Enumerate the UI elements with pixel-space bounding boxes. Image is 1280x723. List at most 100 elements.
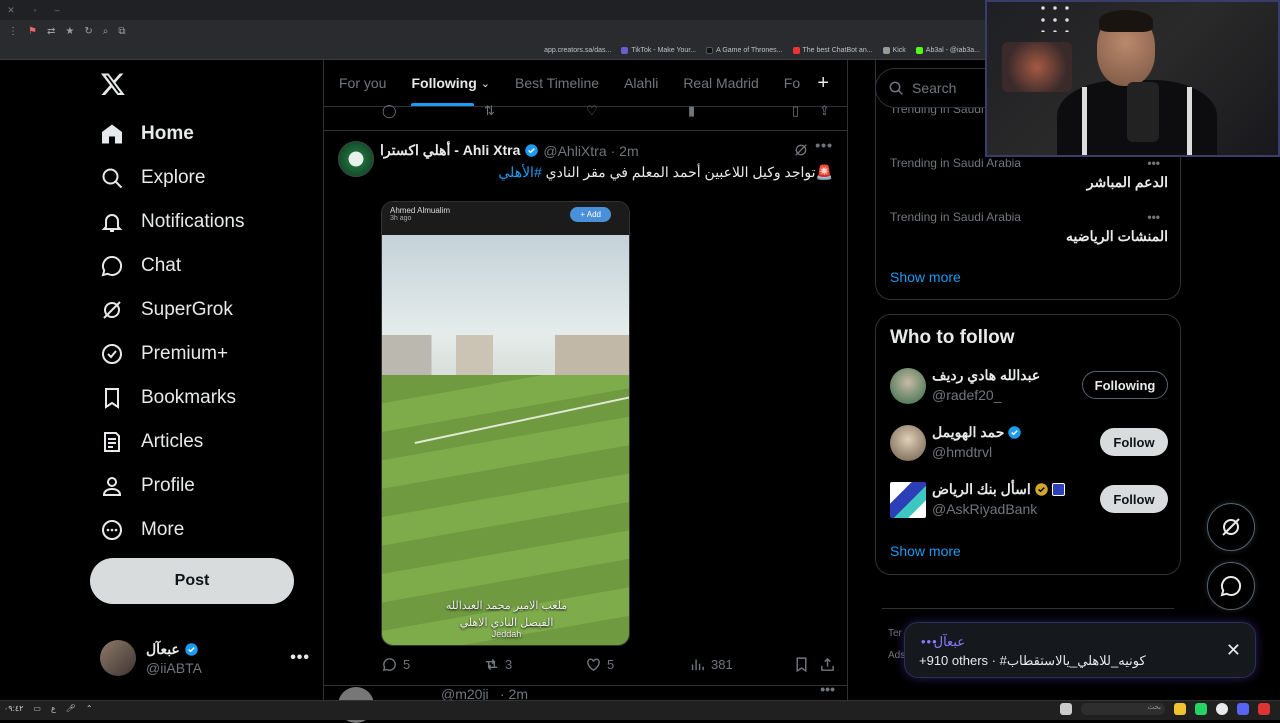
trend-more-icon[interactable]: ••• [1147, 156, 1160, 170]
minimize-window-icon[interactable]: – [52, 5, 62, 15]
nav-item-bookmarks[interactable]: Bookmarks [100, 376, 310, 420]
avatar [890, 482, 926, 518]
bookmark-item[interactable]: A Game of Thrones... [706, 47, 783, 54]
extension-icon[interactable]: ⇄ [47, 26, 55, 37]
tab-truncated[interactable]: Fo [784, 60, 800, 106]
views-button[interactable]: 381 [689, 656, 733, 673]
taskbar-clock[interactable]: ٠٩:٤٢ [4, 704, 23, 713]
trend-item[interactable]: Trending in Saudi Arabia المنشات الرياضي… [890, 210, 1168, 245]
follow-suggestion[interactable]: عبدالله هادي رديف @radef20_ Following [890, 366, 1168, 406]
microphone-icon[interactable]: 🎤︎ [66, 704, 76, 713]
app-icon[interactable] [1258, 703, 1270, 715]
who-to-follow-show-more-link[interactable]: Show more [890, 543, 961, 559]
share-icon[interactable]: ⧉ [118, 26, 125, 37]
bookmark-button[interactable] [793, 656, 810, 673]
nav-item-articles[interactable]: Articles [100, 420, 310, 464]
streamer-hair [1099, 10, 1153, 32]
follow-button[interactable]: Follow [1100, 428, 1168, 456]
avatar[interactable] [338, 141, 374, 177]
following-button[interactable]: Following [1082, 371, 1168, 399]
nav-item-explore[interactable]: Explore [100, 156, 310, 200]
bookmark-item[interactable]: app.creators.sa/das... [544, 47, 611, 54]
repost-button[interactable]: 3 [483, 656, 512, 673]
file-explorer-icon[interactable] [1174, 703, 1186, 715]
chrome-icon[interactable] [1216, 703, 1228, 715]
bookmark-item[interactable]: Ab3al - @iab3a... [915, 47, 980, 54]
footer-link[interactable]: Ter [888, 628, 902, 639]
tweet-handle[interactable]: @AhliXtra [543, 143, 606, 159]
tweet-more-icon[interactable]: ••• [815, 137, 833, 153]
trend-name: المنشات الرياضيه [1066, 228, 1168, 244]
start-icon[interactable] [1060, 703, 1072, 715]
chevron-up-icon[interactable]: ⌃ [86, 704, 93, 713]
bookmark-item[interactable]: TikTok - Make Your... [621, 47, 696, 54]
menu-dots-icon[interactable]: ⋮ [8, 26, 18, 37]
refresh-icon[interactable]: ↻ [84, 26, 92, 37]
notification-toast[interactable]: ••• عبعآل +910 others · #كونيه_للاهلي_يا… [904, 622, 1256, 678]
views-icon[interactable]: ▮ [688, 103, 695, 119]
grok-icon[interactable] [793, 142, 809, 158]
discord-icon[interactable] [1237, 703, 1249, 715]
tweet-more-icon[interactable]: ••• [820, 681, 835, 697]
tab-for-you[interactable]: For you [339, 60, 386, 106]
os-taskbar: ٠٩:٤٢ ▭ ع 🎤︎ ⌃ بحث [0, 700, 1280, 720]
close-icon[interactable]: ✕ [1226, 640, 1241, 661]
close-window-icon[interactable]: ✕ [6, 5, 16, 15]
trends-show-more-link[interactable]: Show more [890, 269, 961, 285]
nav-item-chat[interactable]: Chat [100, 244, 310, 288]
trend-more-icon[interactable]: ••• [1147, 210, 1160, 224]
tweet-display-name[interactable]: أهلي اكسترا - Ahli Xtra [380, 142, 520, 159]
notification-name: عبعآل [933, 634, 965, 649]
x-logo-icon[interactable] [100, 70, 126, 98]
next-tweet-partial[interactable]: @m20ji · 2m ••• [324, 681, 849, 723]
share-icon[interactable]: ⇪ [819, 103, 830, 119]
tab-alahli[interactable]: Alahli [624, 60, 658, 106]
trend-item[interactable]: Trending in Saudi Arabia الدعم المباشر •… [890, 156, 1168, 191]
bookmark-item[interactable]: The best ChatBot an... [792, 47, 873, 54]
taskbar-search[interactable]: بحث [1081, 703, 1165, 715]
footer-link[interactable]: Ads [888, 650, 905, 661]
repost-icon[interactable]: ⇅ [484, 103, 495, 119]
account-switcher[interactable]: عبعآل @iiABTA ••• [100, 638, 310, 678]
like-icon[interactable]: ♡ [586, 103, 598, 119]
follow-suggestion[interactable]: اسأل بنك الرياض @AskRiyadBank Follow [890, 480, 1168, 520]
tweet-actions: 5 3 5 381 [381, 653, 836, 677]
tweet-time[interactable]: · 2m [611, 143, 639, 159]
tab-real-madrid[interactable]: Real Madrid [683, 60, 758, 106]
nav-item-premium[interactable]: Premium+ [100, 332, 310, 376]
nav-label: Chat [141, 255, 182, 276]
tweet[interactable]: أهلي اكسترا - Ahli Xtra @AhliXtra · 2m •… [324, 131, 847, 686]
whatsapp-icon[interactable] [1195, 703, 1207, 715]
tab-best-timeline[interactable]: Best Timeline [515, 60, 599, 106]
nav-item-notifications[interactable]: Notifications [100, 200, 310, 244]
tweet-media-image[interactable]: Ahmed Almualim 3h ago + Add ملعب الامير … [381, 201, 630, 646]
tweet-text: 🚨تواجد وكيل اللاعبين أحمد المعلم في مقر … [498, 164, 833, 181]
reply-icon[interactable]: ◯ [382, 103, 397, 119]
messages-floating-button[interactable] [1207, 562, 1255, 610]
bookmark-icon[interactable]: ▯ [792, 103, 799, 119]
language-icon[interactable]: ع [51, 704, 56, 713]
nav-item-home[interactable]: Home [100, 112, 310, 156]
follow-suggestion[interactable]: حمد الهويمل @hmdtrvl Follow [890, 423, 1168, 463]
nav-item-more[interactable]: More [100, 508, 310, 552]
chevron-down-icon[interactable]: ⌄ [481, 77, 490, 90]
tab-following[interactable]: Following ⌄ [411, 60, 490, 106]
notification-icon[interactable]: ▭ [33, 704, 41, 713]
hashtag-link[interactable]: #الأهلي [498, 164, 541, 180]
extension-icon[interactable]: ⚑ [28, 26, 37, 37]
share-button[interactable] [819, 656, 836, 673]
add-tab-icon[interactable]: + [817, 72, 829, 95]
reply-button[interactable]: 5 [381, 656, 410, 673]
grok-floating-button[interactable] [1207, 503, 1255, 551]
account-more-icon[interactable]: ••• [290, 649, 310, 667]
nav-item-supergrok[interactable]: SuperGrok [100, 288, 310, 332]
like-button[interactable]: 5 [585, 656, 614, 673]
restore-window-icon[interactable]: ◦ [30, 5, 40, 15]
bookmark-item[interactable]: Kick [882, 47, 906, 54]
nav-item-profile[interactable]: Profile [100, 464, 310, 508]
zoom-icon[interactable]: ⌕ [103, 26, 109, 37]
post-button[interactable]: Post [90, 558, 294, 604]
star-icon[interactable]: ★ [65, 26, 74, 37]
follow-button[interactable]: Follow [1100, 485, 1168, 513]
nav-label: Profile [141, 475, 195, 496]
